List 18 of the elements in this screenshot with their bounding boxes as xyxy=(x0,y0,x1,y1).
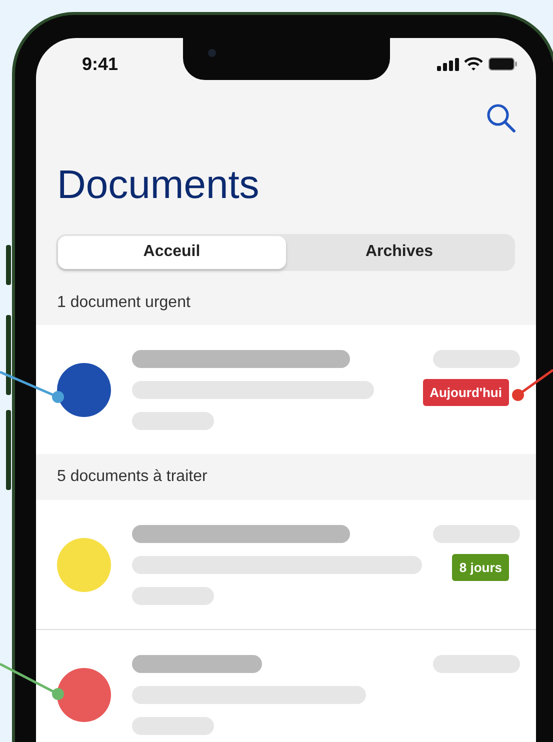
wifi-icon xyxy=(464,57,483,72)
tab[interactable]: Acceuil xyxy=(58,236,286,269)
leader-line xyxy=(0,662,64,700)
page-title: Documents xyxy=(57,162,260,209)
due-badge: 8 jours xyxy=(452,554,509,581)
document-row[interactable]: 8 jours xyxy=(36,500,536,629)
leader-line xyxy=(512,368,553,401)
leader-line xyxy=(0,370,64,403)
camera-icon xyxy=(208,49,216,57)
battery-icon xyxy=(488,57,518,72)
tab[interactable]: Archives xyxy=(286,236,513,269)
section-heading: 5 documents à traiter xyxy=(57,468,208,486)
due-badge: Aujourd'hui xyxy=(422,378,509,406)
section-heading: 1 document urgent xyxy=(57,294,190,312)
document-row[interactable]: Aujourd'hui xyxy=(36,324,536,454)
status-time: 9:41 xyxy=(82,54,118,75)
search-icon[interactable] xyxy=(486,102,516,133)
signal-icon xyxy=(437,58,459,71)
